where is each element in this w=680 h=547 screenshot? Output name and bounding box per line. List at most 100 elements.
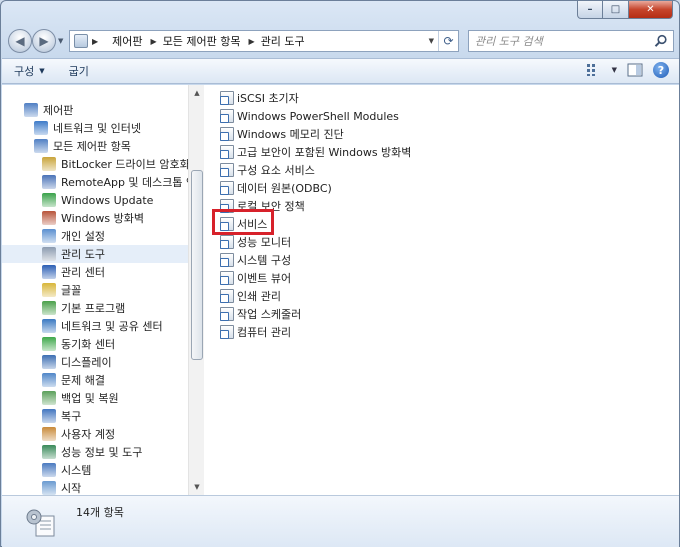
file-item[interactable]: 성능 모니터: [220, 233, 411, 251]
nav-tree-item[interactable]: BitLocker 드라이브 암호화: [2, 155, 190, 173]
nav-tree-item[interactable]: RemoteApp 및 데스크톱 연: [2, 173, 196, 191]
shortcut-icon: [220, 91, 234, 105]
file-item[interactable]: 구성 요소 서비스: [220, 161, 411, 179]
nav-tree-label: 네트워크 및 공유 센터: [61, 320, 163, 333]
nav-tree-item[interactable]: 문제 해결: [2, 371, 190, 389]
scrollbar-thumb[interactable]: [191, 170, 203, 360]
nav-tree-item[interactable]: 동기화 센터: [2, 335, 190, 353]
nav-tree-item[interactable]: 관리 도구: [2, 245, 190, 263]
search-input[interactable]: [475, 34, 645, 48]
control-panel-icon: [24, 103, 38, 117]
nav-tree-label: 개인 설정: [61, 230, 105, 243]
nav-tree-item[interactable]: 디스플레이: [2, 353, 190, 371]
recovery-icon: [42, 409, 56, 423]
nav-tree-label: Windows Update: [61, 193, 154, 207]
nav-tree-item[interactable]: 모든 제어판 항목: [2, 137, 190, 155]
scroll-down-arrow[interactable]: ▼: [189, 479, 204, 495]
file-item[interactable]: 작업 스케줄러: [220, 305, 411, 323]
nav-tree-item[interactable]: 성능 정보 및 도구: [2, 443, 190, 461]
nav-tree-item[interactable]: 제어판: [2, 101, 190, 119]
file-item[interactable]: Windows PowerShell Modules: [220, 107, 411, 125]
scroll-up-arrow[interactable]: ▲: [189, 85, 204, 101]
nav-tree-item[interactable]: 시스템: [2, 461, 190, 479]
breadcrumb-admin-tools[interactable]: ▶ 관리 도구: [249, 33, 305, 49]
nav-tree-label: 복구: [61, 410, 82, 423]
search-icon[interactable]: [654, 34, 668, 48]
breadcrumb-root-arrow[interactable]: ▶: [92, 37, 104, 46]
address-bar[interactable]: ▶ 제어판 ▶ 모든 제어판 항목 ▶ 관리 도구 ▼ ⟳: [69, 30, 459, 52]
window-controls: – □ ✕: [577, 1, 673, 19]
fonts-icon: [42, 283, 56, 297]
details-pane: 14개 항목: [2, 495, 679, 547]
file-item[interactable]: 인쇄 관리: [220, 287, 411, 305]
chevron-down-icon: ▼: [39, 67, 45, 75]
nav-tree-item[interactable]: 사용자 계정: [2, 425, 190, 443]
organize-button[interactable]: 구성 ▼: [2, 59, 57, 83]
nav-tree-item[interactable]: 개인 설정: [2, 227, 190, 245]
nav-tree-item[interactable]: 시작: [2, 479, 190, 495]
breadcrumb-all-items[interactable]: ▶ 모든 제어판 항목: [151, 33, 241, 49]
file-item[interactable]: 고급 보안이 포함된 Windows 방화벽: [220, 143, 411, 161]
refresh-icon: ⟳: [443, 34, 454, 48]
navigation-scrollbar[interactable]: ▲ ▼: [188, 85, 204, 495]
breadcrumb-label: 관리 도구: [260, 35, 305, 48]
nav-tree-item[interactable]: 관리 센터: [2, 263, 190, 281]
breadcrumb-label: 제어판: [112, 35, 143, 48]
address-dropdown[interactable]: ▼: [429, 37, 434, 45]
file-item[interactable]: 이벤트 뷰어: [220, 269, 411, 287]
file-label: iSCSI 초기자: [237, 92, 299, 105]
shortcut-icon: [220, 109, 234, 123]
nav-tree-label: 네트워크 및 인터넷: [53, 122, 141, 135]
file-label: 인쇄 관리: [237, 290, 281, 303]
nav-tree-item[interactable]: Windows 방화벽: [2, 209, 190, 227]
nav-tree-item[interactable]: 기본 프로그램: [2, 299, 190, 317]
nav-tree-label: 백업 및 복원: [61, 392, 119, 405]
preview-pane-button[interactable]: [627, 62, 643, 78]
file-item[interactable]: 시스템 구성: [220, 251, 411, 269]
recent-pages-dropdown[interactable]: ▼: [58, 37, 63, 45]
shortcut-icon: [220, 307, 234, 321]
nav-tree-label: 관리 센터: [61, 266, 105, 279]
getting-started-icon: [42, 481, 56, 495]
help-icon[interactable]: ?: [653, 62, 669, 78]
view-options-icon: [586, 64, 595, 76]
search-box[interactable]: [468, 30, 674, 52]
file-label: 고급 보안이 포함된 Windows 방화벽: [237, 146, 412, 159]
shortcut-icon: [220, 127, 234, 141]
file-item[interactable]: iSCSI 초기자: [220, 89, 411, 107]
file-label: 시스템 구성: [237, 254, 292, 267]
remoteapp-icon: [42, 175, 56, 189]
nav-tree-label: 기본 프로그램: [61, 302, 126, 315]
nav-tree-item[interactable]: 백업 및 복원: [2, 389, 190, 407]
change-view-button[interactable]: [586, 62, 602, 78]
view-dropdown-arrow[interactable]: ▼: [612, 66, 617, 74]
nav-tree-item[interactable]: 복구: [2, 407, 190, 425]
firewall-icon: [42, 211, 56, 225]
nav-tree-label: 제어판: [43, 104, 74, 117]
nav-tree-label: Windows 방화벽: [61, 212, 144, 225]
control-panel-icon: [34, 139, 48, 153]
file-item[interactable]: Windows 메모리 진단: [220, 125, 411, 143]
nav-tree-item[interactable]: 네트워크 및 공유 센터: [2, 317, 190, 335]
breadcrumb-control-panel[interactable]: 제어판: [112, 33, 142, 49]
nav-tree-item[interactable]: 글꼴: [2, 281, 190, 299]
close-button[interactable]: ✕: [629, 1, 673, 19]
burn-button[interactable]: 굽기: [57, 59, 101, 83]
nav-tree-label: 문제 해결: [61, 374, 105, 387]
file-label: 구성 요소 서비스: [237, 164, 315, 177]
file-item[interactable]: 데이터 원본(ODBC): [220, 179, 411, 197]
minimize-button[interactable]: –: [577, 1, 603, 19]
nav-tree-item[interactable]: Windows Update: [2, 191, 190, 209]
shortcut-icon: [220, 325, 234, 339]
refresh-button[interactable]: ⟳: [438, 31, 458, 51]
nav-tree-item[interactable]: 네트워크 및 인터넷: [2, 119, 190, 137]
nav-tree-label: 모든 제어판 항목: [53, 140, 131, 153]
back-button[interactable]: ◀: [8, 29, 32, 53]
preview-pane-icon: [627, 63, 643, 77]
file-item[interactable]: 컴퓨터 관리: [220, 323, 411, 341]
maximize-button[interactable]: □: [603, 1, 629, 19]
shortcut-icon: [220, 163, 234, 177]
forward-button[interactable]: ▶: [32, 29, 56, 53]
system-icon: [42, 463, 56, 477]
sync-center-icon: [42, 337, 56, 351]
